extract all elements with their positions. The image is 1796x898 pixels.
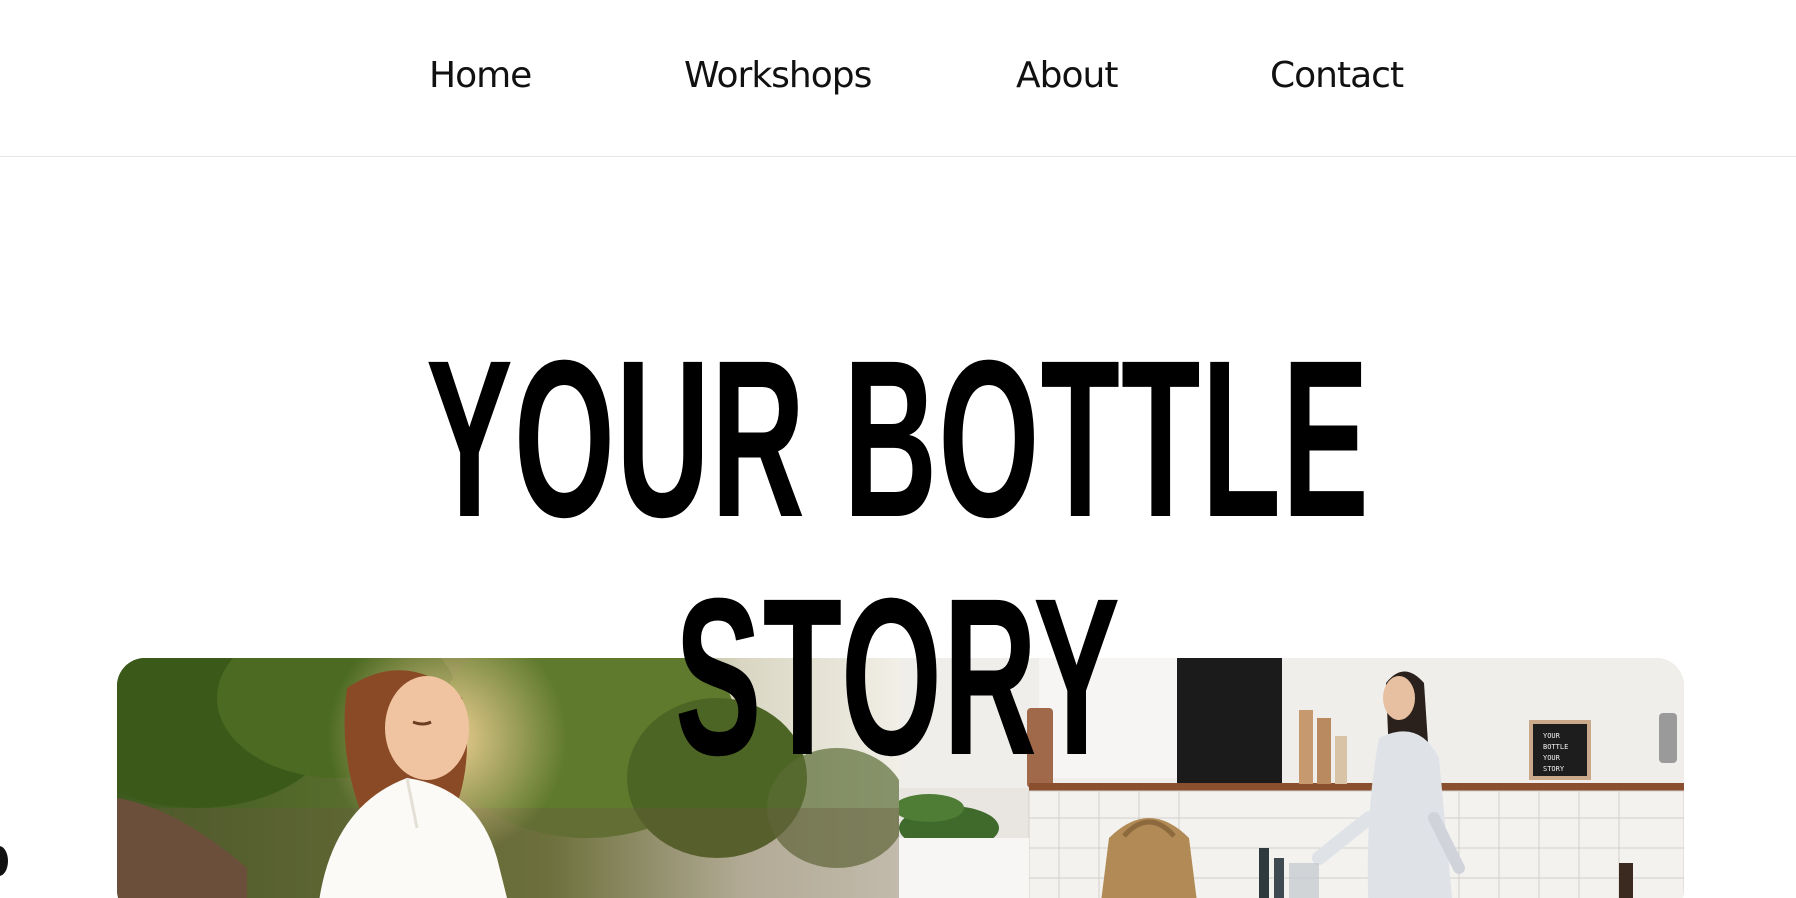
hero-title-line-1: YOUR BOTTLE xyxy=(426,314,1370,564)
nav-link-contact[interactable]: Contact xyxy=(1270,48,1404,104)
top-navigation: Home Workshops About Contact xyxy=(0,0,1796,157)
nav-link-about[interactable]: About xyxy=(1016,48,1118,104)
sign-line-1: YOUR xyxy=(1543,732,1561,740)
floating-edge-widget[interactable] xyxy=(0,846,8,876)
nav-link-home[interactable]: Home xyxy=(429,48,532,104)
hero-title: YOUR BOTTLE STORY xyxy=(377,320,1419,796)
page: Home Workshops About Contact YOUR BOTTLE… xyxy=(0,0,1796,898)
sign-line-2: BOTTLE xyxy=(1543,743,1568,751)
nav-link-workshops[interactable]: Workshops xyxy=(684,48,872,104)
sign-line-4: STORY xyxy=(1543,765,1565,773)
sign-line-3: YOUR xyxy=(1543,754,1561,762)
hero-title-line-2: STORY xyxy=(674,552,1122,802)
